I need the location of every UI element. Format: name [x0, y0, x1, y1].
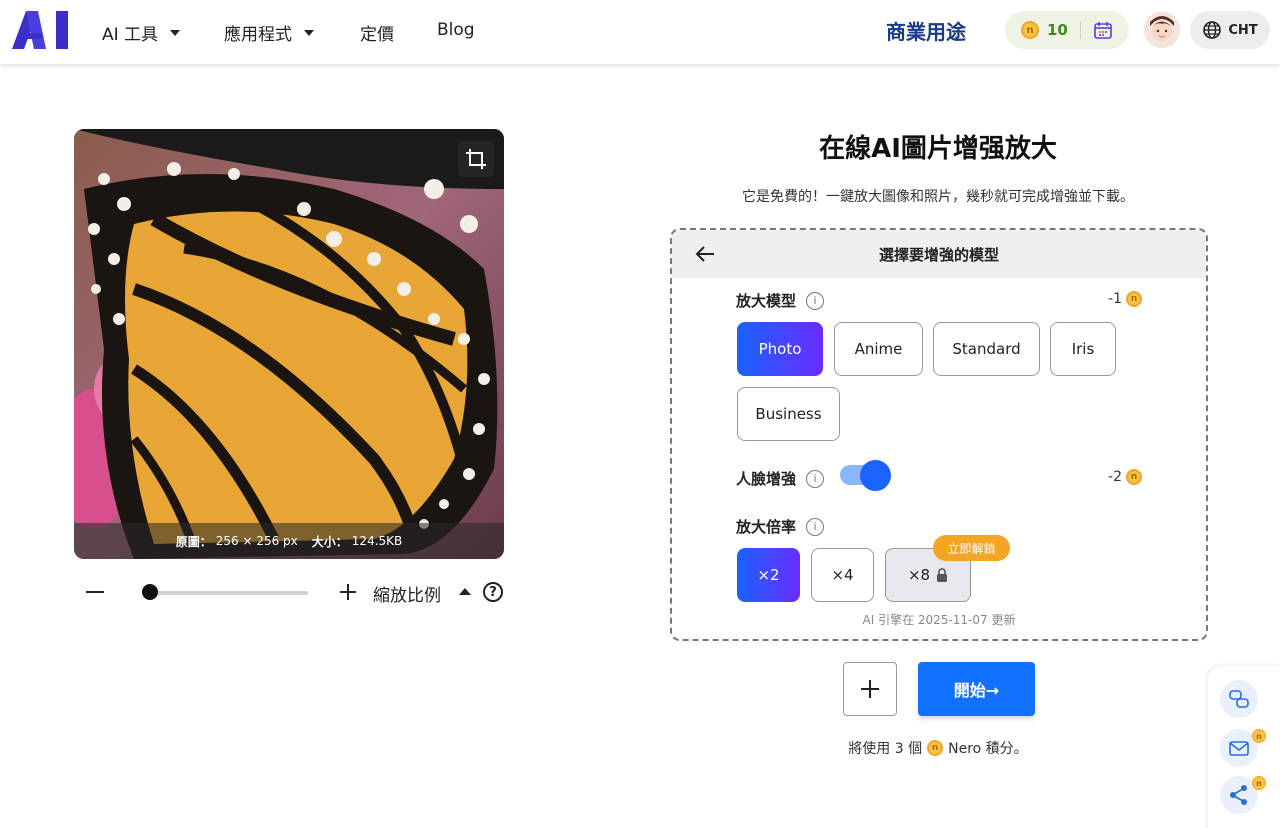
unlock-now-badge[interactable]: 立即解鎖: [933, 535, 1010, 561]
image-info-bar: 原圖： 256 × 256 px 大小： 124.5KB: [74, 523, 504, 559]
engine-update-note: AI 引擎在 2025-11-07 更新: [862, 613, 1016, 627]
face-label: 人臉增強: [736, 470, 797, 488]
lock-icon: [937, 568, 948, 582]
coin-icon: n: [1126, 469, 1142, 485]
model-option-iris[interactable]: Iris: [1050, 322, 1116, 376]
model-panel: 選擇要增強的模型 放大模型 i -1 n Photo Anime Standar…: [670, 228, 1208, 641]
model-row-label: 放大模型 i: [736, 290, 825, 311]
plus-icon: [861, 680, 879, 698]
nav-ai-tools-label: AI 工具: [102, 25, 159, 45]
face-cost: -2 n: [1108, 469, 1142, 485]
model-option-anime[interactable]: Anime: [834, 322, 923, 376]
scale-option-x8-label: ×8: [907, 566, 931, 584]
nav-blog-label: Blog: [437, 20, 475, 40]
model-option-standard[interactable]: Standard: [933, 322, 1040, 376]
nav-apps[interactable]: 應用程式: [224, 20, 314, 45]
face-cost-value: -2: [1108, 469, 1122, 485]
zoom-controls: 縮放比例 ?: [86, 578, 506, 608]
add-image-button[interactable]: [843, 662, 897, 716]
language-selector[interactable]: CHT: [1190, 11, 1270, 49]
coin-icon: n: [1021, 21, 1039, 39]
credits-count: 10: [1047, 21, 1068, 39]
page-title: 在線AI圖片增强放大: [819, 134, 1057, 164]
page-subtitle: 它是免費的！一鍵放大圖像和照片，幾秒就可完成增強並下載。: [742, 189, 1134, 205]
top-navbar: AI 工具 應用程式 定價 Blog 商業用途 n 10 CHT: [0, 0, 1280, 64]
butterfly-image: [74, 129, 504, 559]
globe-icon: [1203, 21, 1222, 39]
scale-option-x2[interactable]: ×2: [737, 548, 800, 602]
model-label: 放大模型: [736, 292, 797, 310]
model-option-business[interactable]: Business: [737, 387, 840, 441]
model-option-photo[interactable]: Photo: [737, 322, 823, 376]
business-use-link[interactable]: 商業用途: [886, 16, 966, 45]
scale-option-x4[interactable]: ×4: [811, 548, 874, 602]
image-preview[interactable]: 原圖： 256 × 256 px 大小： 124.5KB: [74, 129, 504, 559]
language-label: CHT: [1228, 22, 1258, 38]
original-size-value: 256 × 256 px: [215, 534, 298, 548]
crop-button[interactable]: [458, 141, 494, 177]
zoom-slider-track[interactable]: [142, 591, 308, 595]
file-size-key: 大小：: [311, 534, 348, 549]
nav-ai-tools[interactable]: AI 工具: [102, 20, 181, 45]
chat-icon: [1229, 690, 1249, 708]
coin-icon: n: [1252, 729, 1266, 743]
crop-icon: [466, 149, 486, 169]
logo-icon[interactable]: [12, 11, 70, 49]
avatar-image: [1144, 12, 1180, 48]
original-size-key: 原圖：: [175, 534, 212, 549]
share-icon: [1230, 785, 1247, 805]
coin-icon: n: [927, 740, 944, 756]
chevron-up-icon[interactable]: [459, 588, 471, 595]
side-dock: n n: [1208, 666, 1280, 828]
nav-pricing-label: 定價: [360, 25, 394, 45]
usage-prefix: 將使用 3 個: [848, 741, 923, 757]
info-icon[interactable]: i: [806, 291, 825, 310]
credit-usage-note: 將使用 3 個 n Nero 積分。: [670, 738, 1206, 758]
chat-support-button[interactable]: [1220, 680, 1258, 718]
zoom-slider-thumb[interactable]: [142, 584, 159, 600]
credits-pill[interactable]: n 10: [1005, 11, 1129, 49]
calendar-icon[interactable]: [1093, 20, 1113, 40]
face-enhance-toggle[interactable]: [840, 460, 891, 491]
zoom-out-icon[interactable]: [86, 591, 104, 593]
chevron-down-icon: [170, 29, 181, 36]
scale-row-label: 放大倍率 i: [736, 516, 825, 537]
scale-label: 放大倍率: [736, 518, 797, 536]
info-icon[interactable]: i: [806, 517, 825, 536]
start-button[interactable]: 開始→: [918, 662, 1035, 716]
nav-blog[interactable]: Blog: [437, 20, 475, 40]
face-row-label: 人臉增強 i: [736, 468, 825, 489]
nav-pricing[interactable]: 定價: [360, 20, 394, 45]
model-cost-value: -1: [1108, 291, 1122, 307]
help-icon[interactable]: ?: [483, 582, 503, 602]
file-size-value: 124.5KB: [351, 534, 403, 548]
coin-icon: n: [1252, 776, 1266, 790]
usage-suffix: Nero 積分。: [948, 741, 1028, 757]
info-icon[interactable]: i: [806, 469, 825, 488]
toggle-knob: [860, 460, 891, 491]
divider: [1079, 21, 1081, 39]
zoom-in-icon[interactable]: [338, 582, 358, 602]
panel-header: 選擇要增強的模型: [672, 230, 1206, 278]
nav-apps-label: 應用程式: [224, 25, 292, 45]
model-cost: -1 n: [1108, 291, 1142, 307]
zoom-label: 縮放比例: [373, 586, 441, 606]
chevron-down-icon: [304, 29, 314, 36]
panel-title: 選擇要增強的模型: [878, 246, 999, 264]
avatar[interactable]: [1144, 12, 1180, 48]
coin-icon: n: [1126, 291, 1142, 307]
mail-icon: [1229, 741, 1249, 756]
